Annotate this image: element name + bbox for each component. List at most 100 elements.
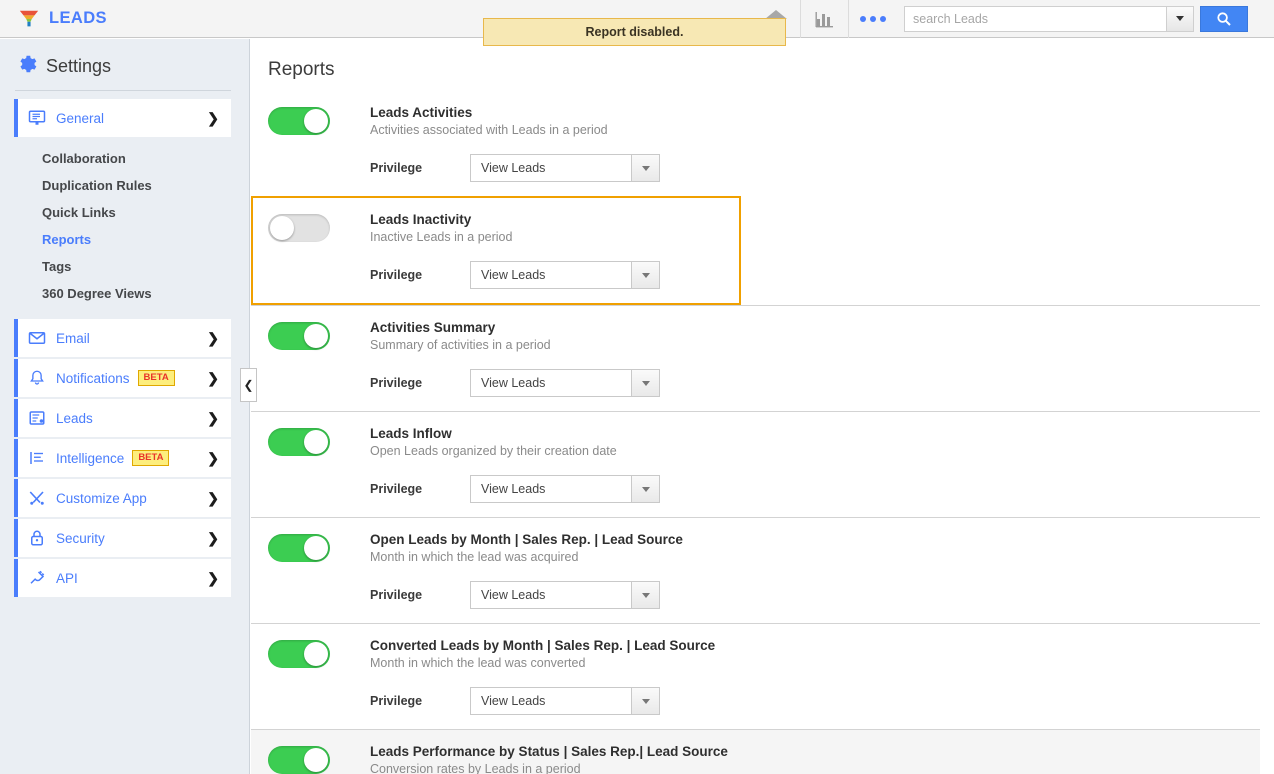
chevron-right-icon: ❯ (207, 449, 219, 466)
toggle-knob (304, 642, 328, 666)
report-description: Conversion rates by Leads in a period (370, 762, 581, 774)
report-toggle[interactable] (268, 214, 330, 242)
report-description: Month in which the lead was converted (370, 656, 586, 670)
sidebar-collapse-handle[interactable]: ❮ (240, 368, 257, 402)
toggle-knob (304, 536, 328, 560)
chevron-left-icon: ❮ (243, 378, 254, 392)
privilege-value: View Leads (481, 482, 546, 496)
chevron-right-icon: ❯ (207, 569, 219, 586)
privilege-value: View Leads (481, 268, 546, 282)
more-dots-icon[interactable] (848, 0, 896, 38)
page-title: Reports (268, 59, 335, 80)
toggle-knob (270, 216, 294, 240)
sidebar-item-notifications[interactable]: Notifications BETA ❯ (14, 359, 231, 397)
sidebar-group-notifications: Notifications BETA ❯ (0, 359, 249, 397)
dropdown-arrow-icon (631, 262, 659, 288)
chevron-right-icon: ❯ (207, 109, 219, 126)
search-bar (904, 5, 1248, 32)
report-details: Leads Performance by Status | Sales Rep.… (370, 744, 1260, 774)
privilege-label: Privilege (370, 268, 423, 282)
privilege-row: Privilege View Leads (370, 369, 1260, 397)
toggle-knob (304, 748, 328, 772)
report-toggle[interactable] (268, 322, 330, 350)
sidebar-subitems: Collaboration Duplication Rules Quick Link… (0, 137, 249, 317)
dropdown-arrow-icon (631, 476, 659, 502)
sidebar-subitem-reports[interactable]: Reports (0, 226, 249, 253)
toggle-knob (304, 109, 328, 133)
privilege-select[interactable]: View Leads (470, 154, 660, 182)
privilege-value: View Leads (481, 376, 546, 390)
sidebar-subitem-collaboration[interactable]: Collaboration (0, 145, 249, 172)
report-toggle[interactable] (268, 107, 330, 135)
bar-chart-icon[interactable] (800, 0, 848, 38)
report-title: Leads Activities (370, 105, 473, 120)
sidebar-item-label: Email (56, 330, 90, 346)
report-description: Month in which the lead was acquired (370, 550, 579, 564)
app-brand[interactable]: LEADS (0, 8, 246, 30)
privilege-row: Privilege View Leads (370, 687, 1260, 715)
sidebar-item-label: Security (56, 530, 105, 546)
toast-message: Report disabled. (585, 25, 684, 39)
privilege-select[interactable]: View Leads (470, 581, 660, 609)
sidebar-item-label: API (56, 570, 78, 586)
top-bar-actions (752, 0, 1274, 38)
privilege-value: View Leads (481, 588, 546, 602)
privilege-select[interactable]: View Leads (470, 475, 660, 503)
sidebar-divider (15, 90, 231, 91)
privilege-row: Privilege View Leads (370, 475, 1260, 503)
report-title: Leads Inactivity (370, 212, 472, 227)
report-row: Leads Inflow Open Leads organized by thei… (251, 411, 1260, 517)
privilege-select[interactable]: View Leads (470, 369, 660, 397)
sidebar-item-general[interactable]: General ❯ (14, 99, 231, 137)
document-icon (28, 409, 50, 427)
report-details: Leads Inflow Open Leads organized by thei… (370, 426, 1260, 503)
report-toggle[interactable] (268, 640, 330, 668)
sidebar-item-security[interactable]: Security ❯ (14, 519, 231, 557)
report-title: Open Leads by Month | Sales Rep. | Lead … (370, 532, 683, 547)
sidebar-item-customize-app[interactable]: Customize App ❯ (14, 479, 231, 517)
report-row: Leads Performance by Status | Sales Rep.… (251, 729, 1260, 774)
plug-icon (28, 569, 50, 587)
chevron-down-icon (1176, 16, 1184, 21)
search-button[interactable] (1200, 5, 1248, 32)
funnel-icon (18, 8, 40, 30)
privilege-select[interactable]: View Leads (470, 687, 660, 715)
report-details: Converted Leads by Month | Sales Rep. | … (370, 638, 1260, 715)
report-row: Leads Activities Activities associated wi… (251, 91, 1260, 196)
sidebar-item-email[interactable]: Email ❯ (14, 319, 231, 357)
tools-icon (28, 489, 50, 507)
report-details: Open Leads by Month | Sales Rep. | Lead … (370, 532, 1260, 609)
main-content: Reports Leads Activities Activities assoc… (251, 39, 1274, 774)
privilege-select[interactable]: View Leads (470, 261, 660, 289)
report-toggle[interactable] (268, 746, 330, 774)
sidebar-item-api[interactable]: API ❯ (14, 559, 231, 597)
sidebar-item-intelligence[interactable]: Intelligence BETA ❯ (14, 439, 231, 477)
report-details: Leads Inactivity Inactive Leads in a peri… (370, 212, 739, 289)
sidebar-nav: General ❯ Collaboration Duplication Rules Qu… (0, 99, 249, 597)
toggle-knob (304, 324, 328, 348)
search-input[interactable] (904, 5, 1166, 32)
app-name: LEADS (49, 9, 107, 27)
lock-icon (28, 529, 50, 547)
report-row: Open Leads by Month | Sales Rep. | Lead … (251, 517, 1260, 623)
report-details: Leads Activities Activities associated wi… (370, 105, 1260, 182)
search-scope-dropdown[interactable] (1166, 5, 1194, 32)
report-toggle[interactable] (268, 428, 330, 456)
toggle-knob (304, 430, 328, 454)
dropdown-arrow-icon (631, 688, 659, 714)
sidebar-item-leads[interactable]: Leads ❯ (14, 399, 231, 437)
gear-icon (15, 53, 37, 80)
privilege-label: Privilege (370, 482, 423, 496)
report-description: Activities associated with Leads in a pe… (370, 123, 608, 137)
sidebar-subitem-360-degree-views[interactable]: 360 Degree Views (0, 280, 249, 307)
sidebar-group-security: Security ❯ (0, 519, 249, 557)
bell-icon (28, 369, 50, 387)
report-toggle[interactable] (268, 534, 330, 562)
sidebar-subitem-tags[interactable]: Tags (0, 253, 249, 280)
sidebar-subitem-duplication-rules[interactable]: Duplication Rules (0, 172, 249, 199)
toast-notification: Report disabled. (483, 18, 786, 46)
report-title: Activities Summary (370, 320, 496, 335)
settings-sidebar: Settings General ❯ Collaboration Duplicatio… (0, 39, 250, 774)
report-row: Converted Leads by Month | Sales Rep. | … (251, 623, 1260, 729)
sidebar-subitem-quick-links[interactable]: Quick Links (0, 199, 249, 226)
